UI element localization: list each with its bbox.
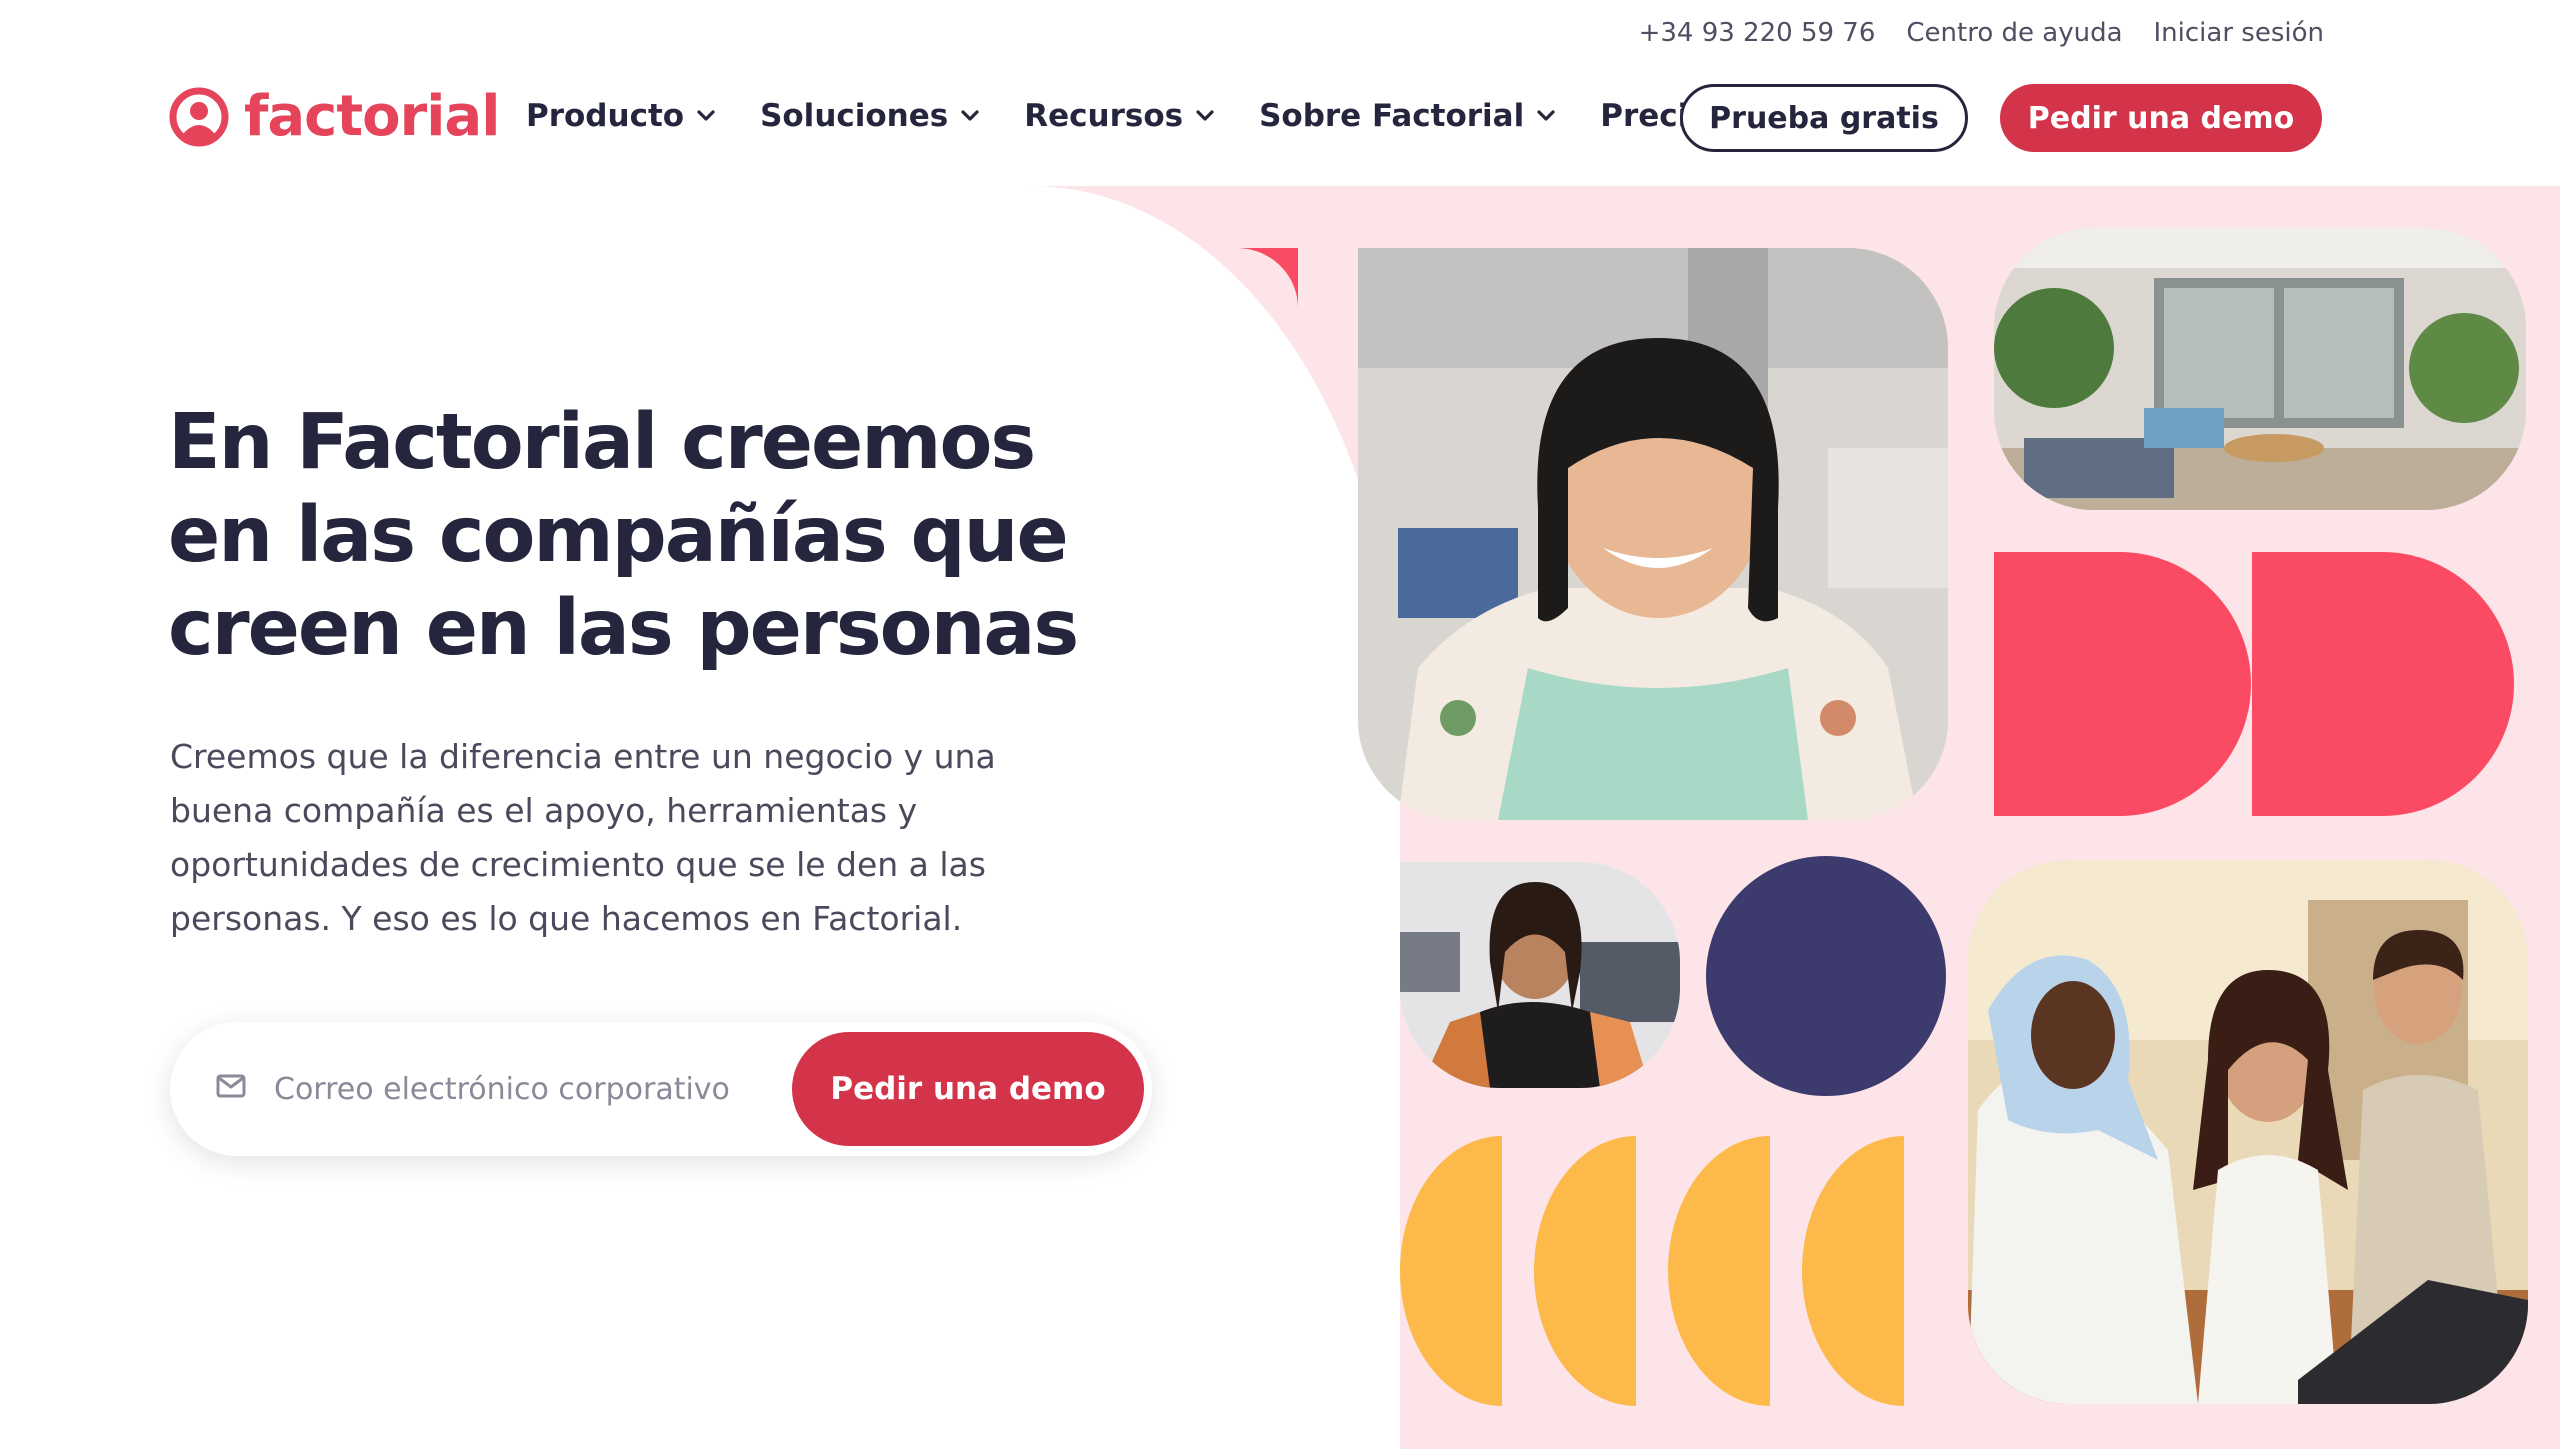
factorial-logo[interactable]: factorial bbox=[168, 84, 500, 149]
nav-item-sobre-factorial[interactable]: Sobre Factorial bbox=[1259, 98, 1556, 134]
photo-team-laptop bbox=[1968, 860, 2528, 1404]
red-corner-shape bbox=[1236, 248, 1298, 308]
chevron-down-icon bbox=[697, 110, 715, 121]
coral-half-circles bbox=[1994, 552, 2514, 816]
nav-item-soluciones[interactable]: Soluciones bbox=[760, 98, 980, 134]
chevron-down-icon bbox=[1196, 110, 1214, 121]
logo-wordmark: factorial bbox=[244, 84, 500, 149]
hero-request-demo-button[interactable]: Pedir una demo bbox=[792, 1032, 1144, 1146]
chevron-down-icon bbox=[961, 110, 979, 121]
yellow-half-circles bbox=[1400, 1136, 1904, 1406]
free-trial-button[interactable]: Prueba gratis bbox=[1680, 84, 1968, 152]
nav-item-label: Producto bbox=[526, 98, 685, 134]
nav-item-producto[interactable]: Producto bbox=[526, 98, 716, 134]
mail-icon bbox=[216, 1074, 246, 1098]
factorial-logo-icon bbox=[169, 87, 229, 146]
phone-link[interactable]: +34 93 220 59 76 bbox=[1639, 18, 1876, 48]
login-link[interactable]: Iniciar sesión bbox=[2154, 18, 2324, 48]
photo-office-interior bbox=[1994, 228, 2526, 510]
nav-item-label: Sobre Factorial bbox=[1259, 98, 1525, 134]
help-center-link[interactable]: Centro de ayuda bbox=[1906, 18, 2122, 48]
utility-bar: +34 93 220 59 76 Centro de ayuda Iniciar… bbox=[1639, 18, 2324, 48]
nav-item-label: Recursos bbox=[1024, 98, 1184, 134]
request-demo-button[interactable]: Pedir una demo bbox=[2000, 84, 2322, 152]
hero-title: En Factorial creemos en las compañías qu… bbox=[168, 398, 1079, 673]
email-signup-form: Pedir una demo bbox=[170, 1022, 1152, 1156]
corporate-email-input[interactable] bbox=[272, 1056, 836, 1122]
photo-woman-office bbox=[1400, 862, 1680, 1088]
chevron-down-icon bbox=[1537, 110, 1555, 121]
hero-description: Creemos que la diferencia entre un negoc… bbox=[170, 737, 996, 938]
nav-item-label: Soluciones bbox=[760, 98, 949, 134]
photo-smiling-woman bbox=[1358, 248, 1948, 820]
navy-circle-shape bbox=[1706, 856, 1946, 1096]
main-nav: Producto Soluciones Recursos Sobre Facto… bbox=[526, 98, 1710, 134]
nav-item-recursos[interactable]: Recursos bbox=[1024, 98, 1215, 134]
